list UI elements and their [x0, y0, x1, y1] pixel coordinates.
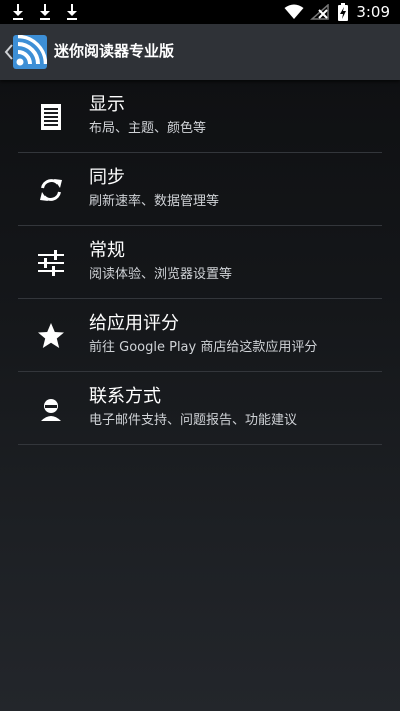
app-title: 迷你阅读器专业版: [54, 42, 175, 60]
menu-item-label: 联系方式: [89, 386, 161, 407]
contact-icon: [41, 399, 61, 421]
menu-item-general[interactable]: 常规 阅读体验、浏览器设置等: [18, 226, 382, 299]
menu-item-label: 显示: [89, 94, 125, 115]
star-icon: [38, 323, 64, 348]
menu-item-subtitle: 阅读体验、浏览器设置等: [89, 267, 233, 282]
menu-item-label: 常规: [89, 240, 125, 261]
menu-item-rate-app[interactable]: 给应用评分 前往 Google Play 商店给这款应用评分: [18, 299, 382, 372]
battery-charging-icon: [338, 3, 349, 21]
menu-item-subtitle: 布局、主题、颜色等: [89, 121, 207, 136]
document-icon: [41, 104, 61, 130]
sliders-icon: [38, 250, 64, 276]
settings-menu: 显示 布局、主题、颜色等 同步 刷新速率、数据管理等 常规 阅读体验、浏览器设置…: [18, 80, 382, 445]
menu-item-subtitle: 刷新速率、数据管理等: [89, 194, 220, 209]
toolbar: 迷你阅读器专业版: [0, 24, 400, 80]
menu-item-display[interactable]: 显示 布局、主题、颜色等: [18, 80, 382, 153]
menu-item-sync[interactable]: 同步 刷新速率、数据管理等: [18, 153, 382, 226]
wifi-icon: [284, 4, 304, 19]
download-icon: [67, 4, 77, 20]
signal-off-icon: [310, 4, 330, 20]
download-icon: [40, 4, 50, 20]
menu-item-contact[interactable]: 联系方式 电子邮件支持、问题报告、功能建议: [18, 372, 382, 445]
menu-item-subtitle: 前往 Google Play 商店给这款应用评分: [89, 340, 318, 355]
menu-item-label: 同步: [89, 167, 125, 188]
download-icon: [13, 4, 23, 20]
clock: 3:09: [356, 3, 390, 21]
status-bar: 3:09: [0, 0, 400, 24]
status-right: 3:09: [284, 2, 390, 22]
sync-icon: [40, 179, 62, 201]
menu-item-subtitle: 电子邮件支持、问题报告、功能建议: [89, 413, 298, 428]
rss-feed-icon[interactable]: [13, 35, 47, 69]
menu-item-label: 给应用评分: [89, 313, 179, 334]
settings-screen: 3:09 迷你阅读器专业版 显示 布局、主题、颜色等 同步 刷新速率、数据管理等…: [0, 0, 400, 711]
